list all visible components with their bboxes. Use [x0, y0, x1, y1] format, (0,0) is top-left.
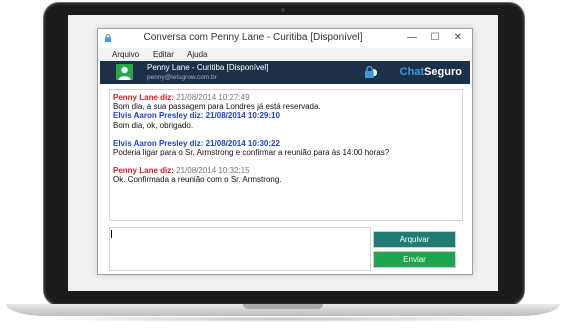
window-titlebar[interactable]: Conversa com Penny Lane - Curitiba [Disp… — [98, 29, 472, 48]
message-timestamp: 21/08/2014 10:32:15 — [176, 166, 250, 175]
message-text: Bom dia, ok, obrigado. — [113, 121, 194, 130]
message-header: Elvis Aaron Presley diz: 21/08/2014 10:3… — [113, 139, 280, 148]
minimize-button[interactable]: — — [401, 31, 423, 45]
menu-editar[interactable]: Editar — [153, 50, 174, 59]
send-button[interactable]: Enviar — [373, 251, 456, 268]
chat-history[interactable]: Penny Lane diz: 21/08/2014 10:27:49 Bom … — [109, 89, 463, 221]
brand-logo: ChatSeguro — [400, 66, 462, 78]
close-button[interactable]: ✕ — [447, 31, 469, 45]
contact-email: penny@letsgrow.com.br — [147, 74, 217, 81]
menu-bar: Arquivo Editar Ajuda — [98, 48, 472, 61]
message-sender: Penny Lane diz: — [113, 93, 174, 102]
chat-window: Conversa com Penny Lane - Curitiba [Disp… — [97, 28, 473, 275]
message-text: Bom dia, a sua passagem para Londres já … — [113, 102, 321, 111]
laptop-shadow — [30, 316, 536, 322]
menu-arquivo[interactable]: Arquivo — [112, 50, 139, 59]
message-input[interactable] — [109, 227, 371, 271]
lock-icon — [365, 66, 377, 78]
contact-name: Penny Lane - Curitiba [Disponível] — [147, 63, 269, 72]
message-timestamp: 21/08/2014 10:27:49 — [176, 93, 250, 102]
message-sender: Elvis Aaron Presley diz: — [113, 111, 204, 120]
message-text: Ok. Confirmada a reunião com o Sr. Armst… — [113, 175, 282, 184]
message-timestamp: 21/08/2014 10:30:22 — [205, 139, 280, 148]
archive-button[interactable]: Arquivar — [373, 231, 456, 248]
user-icon — [116, 64, 133, 80]
message-timestamp: 21/08/2014 10:29:10 — [205, 111, 280, 120]
menu-ajuda[interactable]: Ajuda — [187, 50, 207, 59]
window-title: Conversa com Penny Lane - Curitiba [Disp… — [143, 32, 363, 43]
message-header: Penny Lane diz: 21/08/2014 10:27:49 — [113, 93, 250, 102]
brand-part-2: Seguro — [424, 66, 462, 78]
message-sender: Penny Lane diz: — [113, 166, 174, 175]
message-header: Penny Lane diz: 21/08/2014 10:32:15 — [113, 166, 250, 175]
laptop-base-notch — [243, 304, 323, 309]
brand-part-1: Chat — [399, 66, 425, 78]
text-caret — [111, 230, 112, 238]
message-sender: Elvis Aaron Presley diz: — [113, 139, 204, 148]
maximize-button[interactable]: ☐ — [424, 31, 446, 45]
laptop-camera — [281, 8, 285, 12]
laptop-screen: Conversa com Penny Lane - Curitiba [Disp… — [68, 15, 498, 291]
message-text: Poderia ligar para o Sr. Armstrong e con… — [113, 148, 390, 157]
contact-header: Penny Lane - Curitiba [Disponível] penny… — [100, 61, 470, 84]
message-header: Elvis Aaron Presley diz: 21/08/2014 10:2… — [113, 111, 280, 120]
